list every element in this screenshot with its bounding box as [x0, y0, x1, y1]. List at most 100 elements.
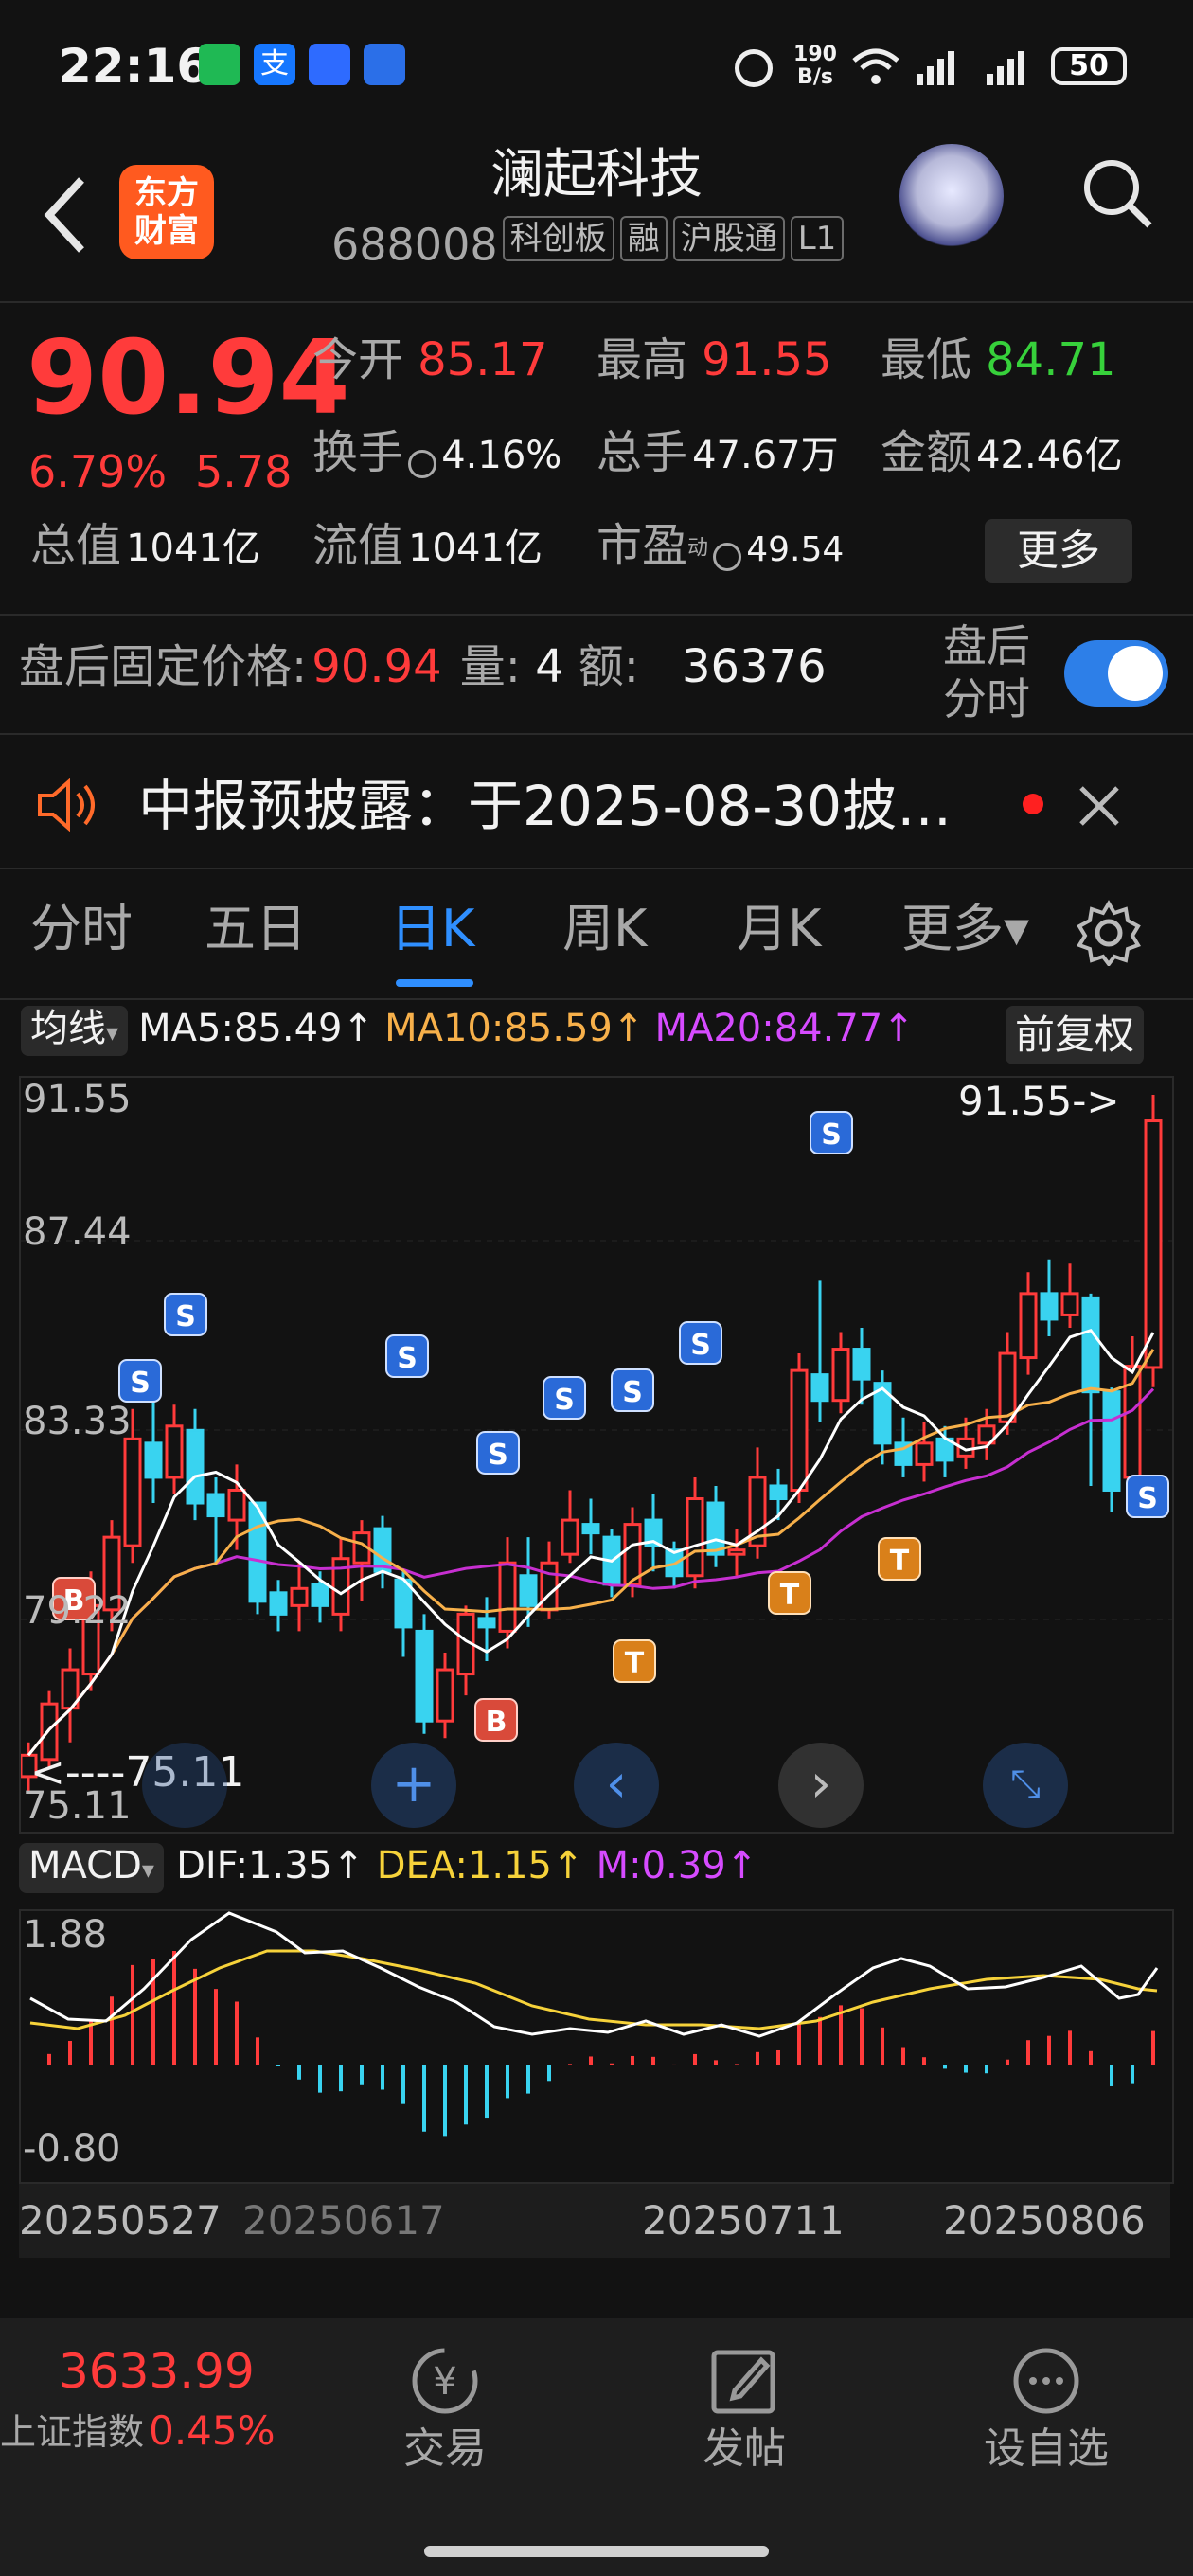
robot-avatar-icon[interactable] [899, 144, 1004, 248]
macd-dropdown[interactable]: MACD▾ [19, 1843, 164, 1893]
tab-five-day[interactable]: 五日 [205, 896, 307, 962]
tag-margin: 融 [619, 216, 668, 261]
candle-body [165, 1424, 184, 1479]
after-hours-toggle[interactable] [1064, 640, 1168, 707]
candle-body [915, 1441, 934, 1466]
collapse-icon[interactable]: ⤡ [983, 1743, 1068, 1828]
speaker-icon [38, 778, 95, 832]
net-speed: 190 B/s [792, 44, 839, 89]
sell-signal-glyph: S [175, 1300, 196, 1333]
pe-value: 49.54 [746, 530, 845, 569]
candle-body [1102, 1390, 1121, 1492]
kline-chart-area[interactable]: S S S S S S S S S B B T T T 91.55 87.44 … [19, 1076, 1174, 1834]
after-hours-amt-label: 额: [578, 640, 639, 693]
pe-label: 市盈 [596, 519, 688, 572]
candle-body [561, 1518, 579, 1556]
m-value: M:0.39↑ [596, 1844, 758, 1887]
net-speed-value: 190 [793, 43, 837, 66]
candle-body [727, 1548, 746, 1556]
index-row[interactable]: 上证指数 0.45% [0, 2407, 276, 2456]
open-label: 今开 [312, 333, 404, 386]
date-label-2: 20250617 [242, 2197, 445, 2244]
ma5-value: MA5:85.49↑ [138, 1007, 374, 1050]
candle-body [206, 1493, 225, 1518]
candle-body [311, 1583, 329, 1607]
date-label-4: 20250806 [943, 2197, 1146, 2244]
date-label-1: 20250527 [19, 2197, 222, 2244]
toggle-label-1: 盘后 [943, 620, 1030, 671]
close-icon[interactable] [1076, 782, 1123, 830]
ma-dropdown-label: 均线 [30, 1007, 106, 1050]
after-hours-amt: 36376 [682, 640, 827, 693]
post-label: 发帖 [703, 2424, 786, 2473]
candle-body [686, 1497, 704, 1578]
candle-body [415, 1629, 434, 1723]
t-signal-glyph: T [625, 1647, 645, 1680]
candle-body [227, 1488, 246, 1522]
pe-cell: 市盈动 49.54 [596, 519, 844, 572]
search-icon[interactable] [1079, 155, 1155, 231]
tab-monthly-k[interactable]: 月K [737, 896, 821, 962]
alipay-icon: 支 [254, 44, 295, 85]
high-marker: 91.55-> [958, 1078, 1120, 1124]
notice-bar[interactable]: 中报预披露：于2025-08-30披… [0, 735, 1193, 868]
info-circle-icon [408, 449, 437, 478]
candle-body [436, 1668, 454, 1723]
candle-body [810, 1373, 829, 1403]
float-value: 1041亿 [408, 527, 543, 570]
macd-chart [29, 1911, 1159, 2137]
info-circle-icon [713, 542, 742, 571]
header: 东方 财富 澜起科技 688008 科创板融沪股通 L1 [0, 133, 1193, 301]
status-bar: 22:16 支 190 B/s 50 [0, 0, 1193, 133]
candle-body [623, 1523, 642, 1586]
more-button[interactable]: 更多 [985, 519, 1132, 583]
post-button[interactable]: 发帖 [668, 2343, 820, 2476]
home-indicator[interactable] [424, 2546, 769, 2557]
svg-text:¥: ¥ [433, 2360, 456, 2404]
pe-sup: 动 [687, 536, 709, 561]
candle-body [290, 1586, 309, 1607]
change-amount: 5.78 [195, 446, 293, 497]
high-cell: 最高 91.55 [596, 333, 832, 386]
ma-dropdown[interactable]: 均线▾ [21, 1006, 129, 1056]
last-price: 90.94 [27, 319, 350, 438]
scroll-right-button[interactable]: › [778, 1743, 864, 1828]
macd-chart-area[interactable]: 1.88 -0.80 [19, 1909, 1174, 2184]
battery-level: 50 [1069, 49, 1109, 82]
settings-gear-icon[interactable] [1076, 900, 1142, 966]
stock-name: 澜起科技 [490, 144, 703, 206]
back-arrow-icon[interactable] [38, 172, 91, 258]
candle-body [123, 1437, 142, 1547]
tab-daily-k[interactable]: 日K [390, 896, 474, 962]
adjust-button[interactable]: 前复权 [1006, 1006, 1145, 1064]
scroll-left-button[interactable]: ‹ [574, 1743, 659, 1828]
tab-more[interactable]: 更多▾ [901, 896, 1029, 962]
tab-intraday[interactable]: 分时 [30, 896, 133, 962]
wechat-icon [199, 44, 240, 85]
kline-chart: S S S S S S S S S B B T T T [21, 1095, 1172, 1794]
tag-level: L1 [790, 216, 845, 261]
more-dots-icon [1013, 2348, 1079, 2414]
bottom-nav: 3633.99 上证指数 0.45% ¥ 交易 发帖 设自选 [0, 2318, 1193, 2576]
tab-weekly-k[interactable]: 周K [562, 896, 647, 962]
turnover-label: 换手 [312, 426, 404, 479]
candle-body [1040, 1292, 1059, 1321]
candle-body [790, 1368, 809, 1492]
candle-body [1144, 1119, 1163, 1369]
period-tabs: 分时 五日 日K 周K 月K 更多▾ [0, 896, 1193, 991]
shield-app-icon [364, 44, 405, 85]
zoom-in-button[interactable]: + [371, 1743, 456, 1828]
trade-button[interactable]: ¥ 交易 [369, 2343, 521, 2476]
watch-label: 设自选 [984, 2424, 1109, 2473]
battery-icon: 50 [1051, 47, 1127, 85]
candle-body [706, 1501, 725, 1556]
alarm-icon [735, 49, 773, 87]
t-signal-glyph: T [890, 1545, 910, 1578]
index-value[interactable]: 3633.99 [59, 2343, 255, 2400]
logo-text-1: 东方 [134, 174, 199, 212]
dif-value: DIF:1.35↑ [176, 1844, 365, 1887]
left-zoom-out-button[interactable] [142, 1743, 227, 1828]
eastmoney-logo: 东方 财富 [119, 165, 214, 259]
add-watchlist-button[interactable]: 设自选 [966, 2343, 1127, 2476]
date-axis: 20250527 20250617 20250711 20250806 [19, 2184, 1170, 2258]
